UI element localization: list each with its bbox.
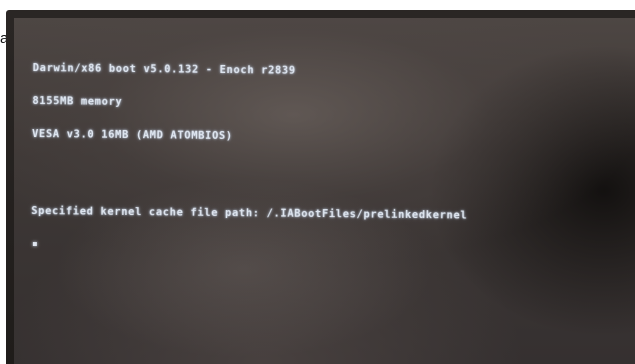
boot-version-line: Darwin/x86 boot v5.0.132 - Enoch r2839 [32,61,296,77]
vesa-line: VESA v3.0 16MB (AMD ATOMBIOS) [31,127,233,143]
monitor-photo: a Darwin/x86 boot v5.0.132 - Enoch r2839… [0,0,635,364]
kernel-cache-message: Specified kernel cache file path: /.IABo… [31,204,468,222]
memory-line: 8155MB memory [32,94,123,108]
monitor-screen: Darwin/x86 boot v5.0.132 - Enoch r2839 8… [14,18,635,364]
text-cursor [32,242,37,247]
boot-console: Darwin/x86 boot v5.0.132 - Enoch r2839 8… [31,41,469,273]
